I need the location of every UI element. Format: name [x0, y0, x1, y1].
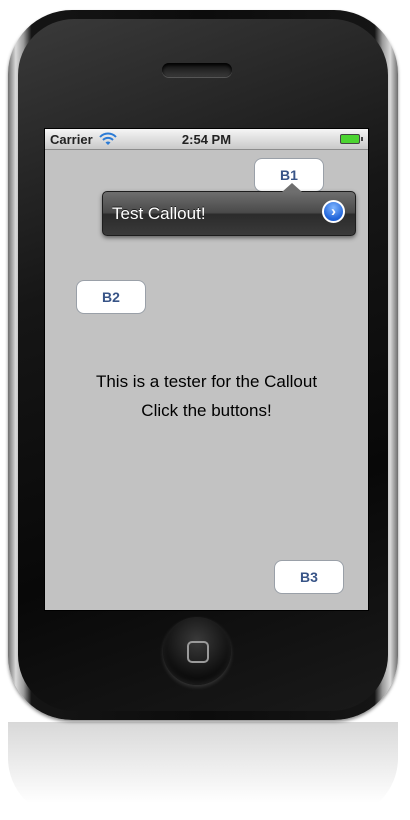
instruction-text: This is a tester for the Callout Click t… [45, 367, 368, 425]
earpiece-speaker [162, 63, 232, 77]
callout-text: Test Callout! [112, 204, 206, 223]
b2-button[interactable]: B2 [76, 280, 146, 314]
battery-full-icon [340, 134, 363, 144]
callout-arrow [282, 183, 302, 192]
instruction-line-1: This is a tester for the Callout [95, 372, 318, 391]
status-bar: Carrier 2:54 PM [45, 129, 368, 150]
chevron-right-circle-icon[interactable]: › [322, 200, 345, 223]
phone-reflection [8, 722, 398, 818]
status-time: 2:54 PM [181, 132, 232, 147]
instruction-line-2: Click the buttons! [141, 401, 272, 420]
device-screen: Carrier 2:54 PM B1 B2 B3 Test Callout! ›… [44, 128, 369, 611]
home-button[interactable] [163, 617, 231, 685]
b3-button[interactable]: B3 [274, 560, 344, 594]
callout-popover[interactable]: Test Callout! › [102, 183, 356, 236]
home-square-icon [187, 641, 209, 663]
